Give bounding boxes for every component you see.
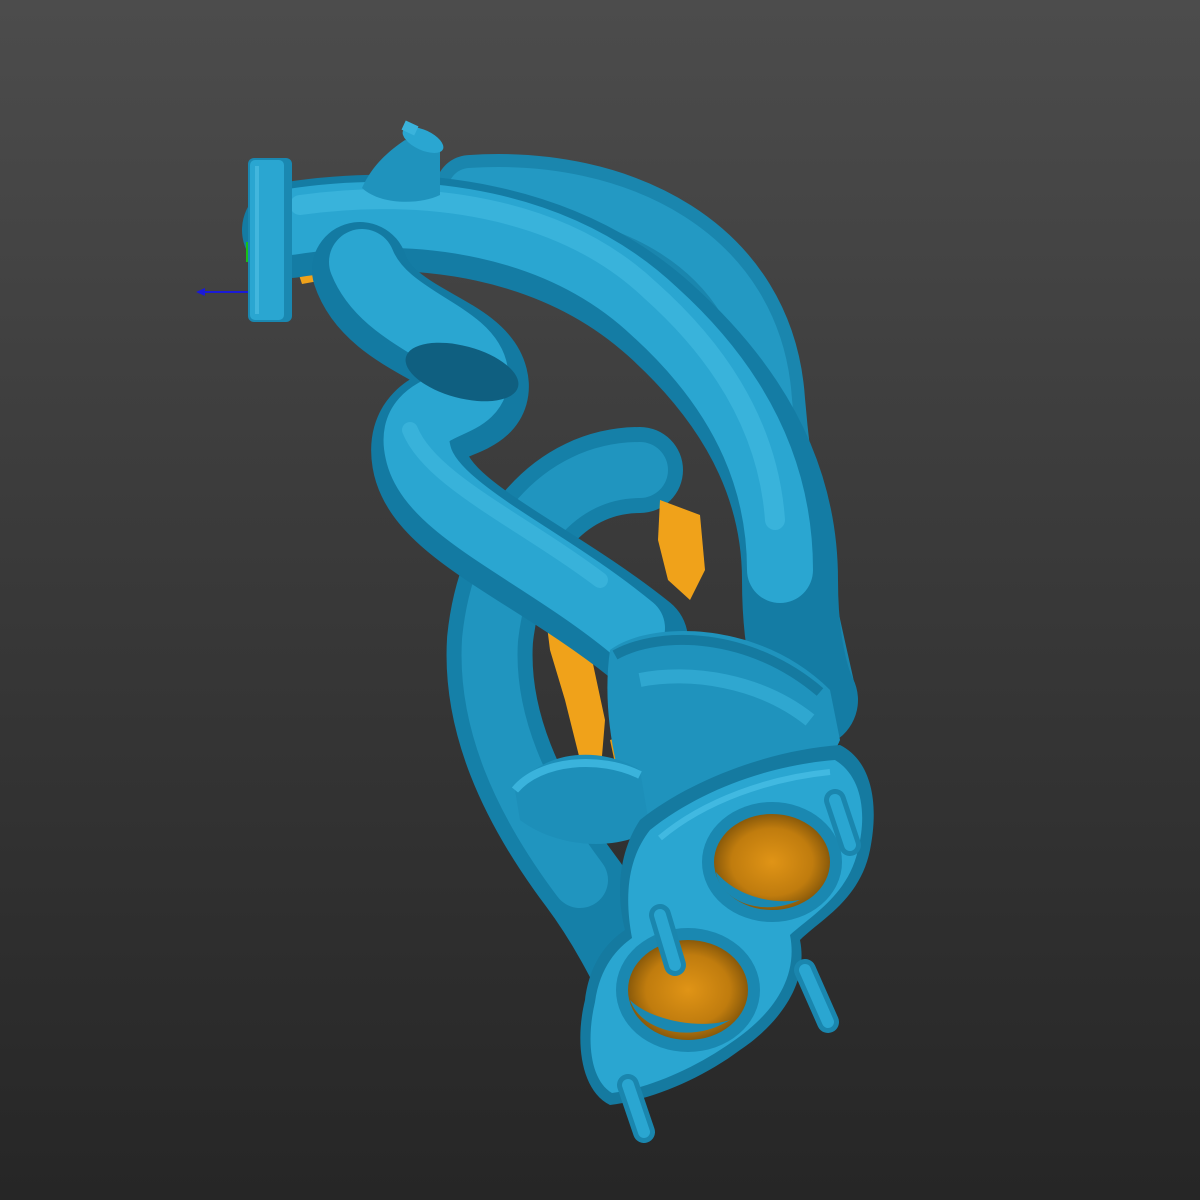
flange-stud-bottom — [617, 1074, 655, 1143]
flange-stud-top-right — [824, 789, 861, 856]
flange-stud-right — [794, 959, 839, 1033]
sensor-boss — [362, 120, 444, 202]
inlet-flange — [248, 158, 292, 322]
outlet-port-upper — [702, 802, 842, 922]
axis-gizmo — [196, 242, 248, 296]
3d-viewport[interactable] — [0, 0, 1200, 1200]
flange-stud-middle — [649, 904, 686, 976]
scene-canvas[interactable] — [0, 0, 1200, 1200]
outlet-port-lower — [616, 928, 760, 1052]
